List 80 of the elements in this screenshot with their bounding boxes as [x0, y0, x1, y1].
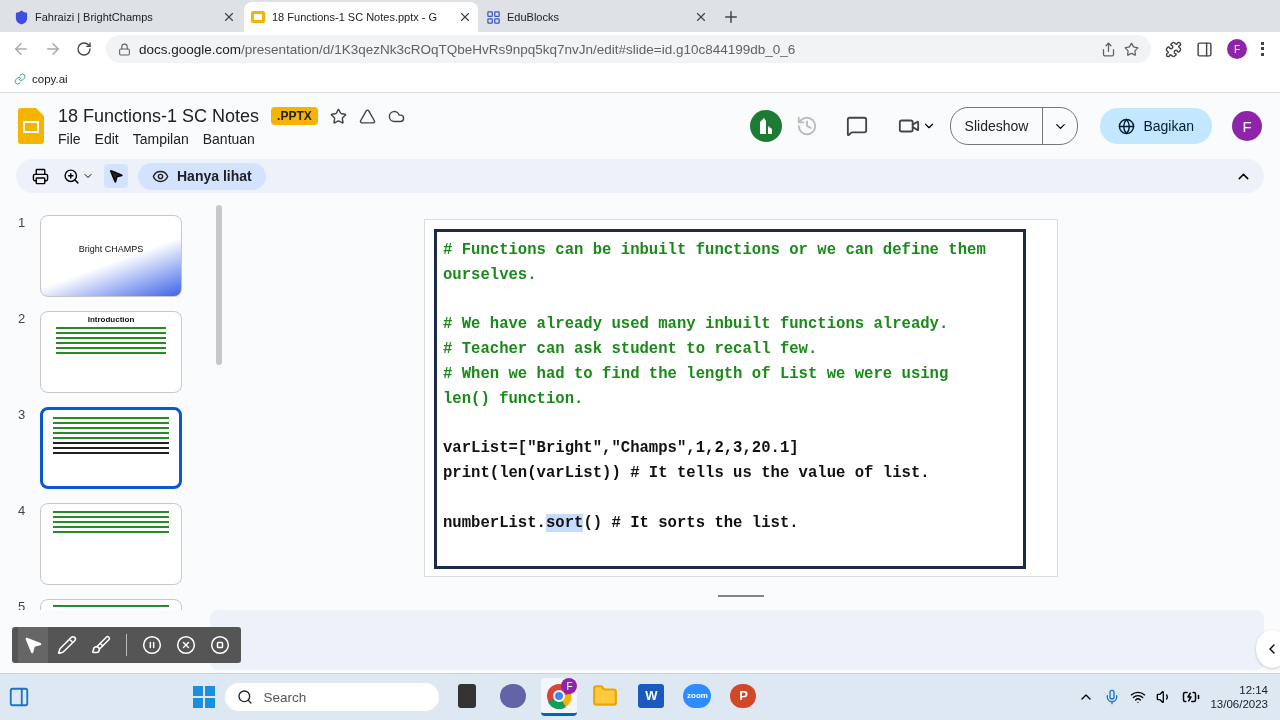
account-avatar[interactable]: F — [1232, 111, 1262, 141]
zoom-icon: zoom — [683, 683, 712, 708]
code-line: numberList.sort() # It sorts the list. — [443, 512, 800, 534]
scrollbar[interactable] — [216, 205, 222, 365]
browser-tab[interactable]: EduBlocks — [480, 2, 714, 32]
code-comment: len() function. — [443, 388, 585, 410]
stop-icon — [210, 635, 230, 655]
select-tool[interactable] — [104, 164, 128, 188]
globe-icon — [1118, 117, 1136, 135]
tab-title: EduBlocks — [507, 11, 560, 23]
slides-logo-icon — [18, 108, 44, 144]
code-comment: # Teacher can ask student to recall few. — [443, 339, 819, 361]
side-panel-icon[interactable] — [1196, 40, 1213, 58]
slide-thumbnail[interactable]: Bright CHAMPS — [40, 215, 182, 297]
slide-number: 4 — [18, 503, 27, 518]
close-icon[interactable] — [222, 10, 236, 24]
zoom-icon[interactable] — [63, 167, 80, 185]
file-type-badge: .PPTX — [271, 107, 318, 125]
bookmark[interactable]: copy.ai — [14, 73, 68, 85]
close-icon[interactable] — [458, 10, 472, 24]
slide-number: 3 — [18, 407, 27, 422]
slides-icon — [250, 9, 266, 25]
shield-icon — [14, 9, 29, 25]
pen-icon — [57, 635, 77, 655]
view-mode-chip[interactable]: Hanya lihat — [138, 162, 266, 190]
profile-badge: F — [561, 678, 578, 694]
address-bar[interactable]: docs.google.com/presentation/d/1K3qezNk3cROqTQbeHvRs9npq5kq7nvJn/edit#slide=id.g10c844199db_0_6 — [106, 35, 1151, 63]
code-comment: # Functions can be inbuilt functions or we can define them — [443, 240, 987, 261]
menu-item[interactable]: Bantuan — [202, 130, 255, 147]
pointer-icon — [108, 168, 124, 184]
print-icon[interactable] — [32, 167, 49, 185]
pause-icon — [142, 635, 162, 655]
menu-item[interactable]: Tampilan — [132, 130, 189, 147]
pointer-icon — [23, 635, 43, 655]
close-icon[interactable] — [694, 10, 708, 24]
slide-number: 2 — [18, 311, 27, 326]
code-comment: ourselves. — [443, 264, 538, 286]
thumbnail-title: Bright CHAMPS — [78, 244, 144, 254]
url-text: docs.google.com/presentation/d/1K3qezNk3cROqTQbeHvRs9npq5kq7nvJn/edit#slide=id.g10c844199db_0_6 — [139, 41, 796, 57]
blocks-icon — [486, 9, 501, 25]
wifi-icon[interactable] — [1130, 689, 1147, 705]
folder-icon — [592, 682, 619, 709]
search-icon — [237, 689, 254, 705]
reload-icon[interactable] — [76, 41, 92, 57]
notes-resize-handle[interactable] — [718, 595, 764, 597]
tab-title: 18 Functions-1 SC Notes.pptx - G — [272, 11, 439, 23]
share-icon[interactable] — [1101, 41, 1116, 57]
code-line: print(len(varList)) # It tells us the value of list. — [443, 463, 931, 485]
comment-icon[interactable] — [845, 115, 868, 137]
slide-thumbnail[interactable] — [40, 503, 182, 585]
slide-thumbnail[interactable] — [40, 407, 182, 489]
word-icon: W — [638, 683, 665, 708]
powerpoint-icon: P — [730, 683, 757, 708]
browser-tab[interactable]: 18 Functions-1 SC Notes.pptx - G — [244, 2, 478, 32]
clock[interactable]: 12:14 13/06/2023 — [1210, 684, 1268, 710]
thumbnail-title: Introduction — [87, 315, 135, 324]
bookmark-icon[interactable] — [1124, 41, 1139, 57]
start-icon[interactable] — [193, 686, 216, 708]
taskbar-search[interactable]: Search — [225, 683, 440, 711]
brush-icon — [91, 635, 111, 655]
link-icon — [14, 73, 26, 85]
star-icon[interactable] — [329, 107, 347, 125]
profile-avatar[interactable]: F — [1227, 39, 1247, 59]
tab-title: Fahraizi | BrightChamps — [35, 11, 154, 23]
code-comment: # We have already used many inbuilt functions already. — [443, 314, 950, 336]
slideshow-button[interactable]: Slideshow — [950, 108, 1044, 144]
menu-item[interactable]: Edit — [94, 130, 119, 147]
browser-tab[interactable]: Fahraizi | BrightChamps — [8, 2, 242, 32]
slide-number: 1 — [18, 215, 27, 230]
widgets-icon[interactable] — [8, 686, 30, 708]
code-comment: # When we had to find the length of List we were using — [443, 364, 950, 385]
cancel-icon — [176, 635, 196, 655]
new-tab-icon[interactable] — [722, 8, 740, 26]
slide-thumbnail[interactable]: Introduction — [40, 311, 182, 393]
lock-icon — [118, 42, 131, 56]
document-title[interactable]: 18 Functions-1 SC Notes — [58, 105, 260, 127]
code-line: varList=["Bright","Champs",1,2,3,20.1] — [443, 438, 800, 460]
share-button[interactable]: Bagikan — [1100, 108, 1212, 144]
extensions-icon[interactable] — [1165, 40, 1182, 58]
menu-item[interactable]: File — [58, 130, 81, 147]
